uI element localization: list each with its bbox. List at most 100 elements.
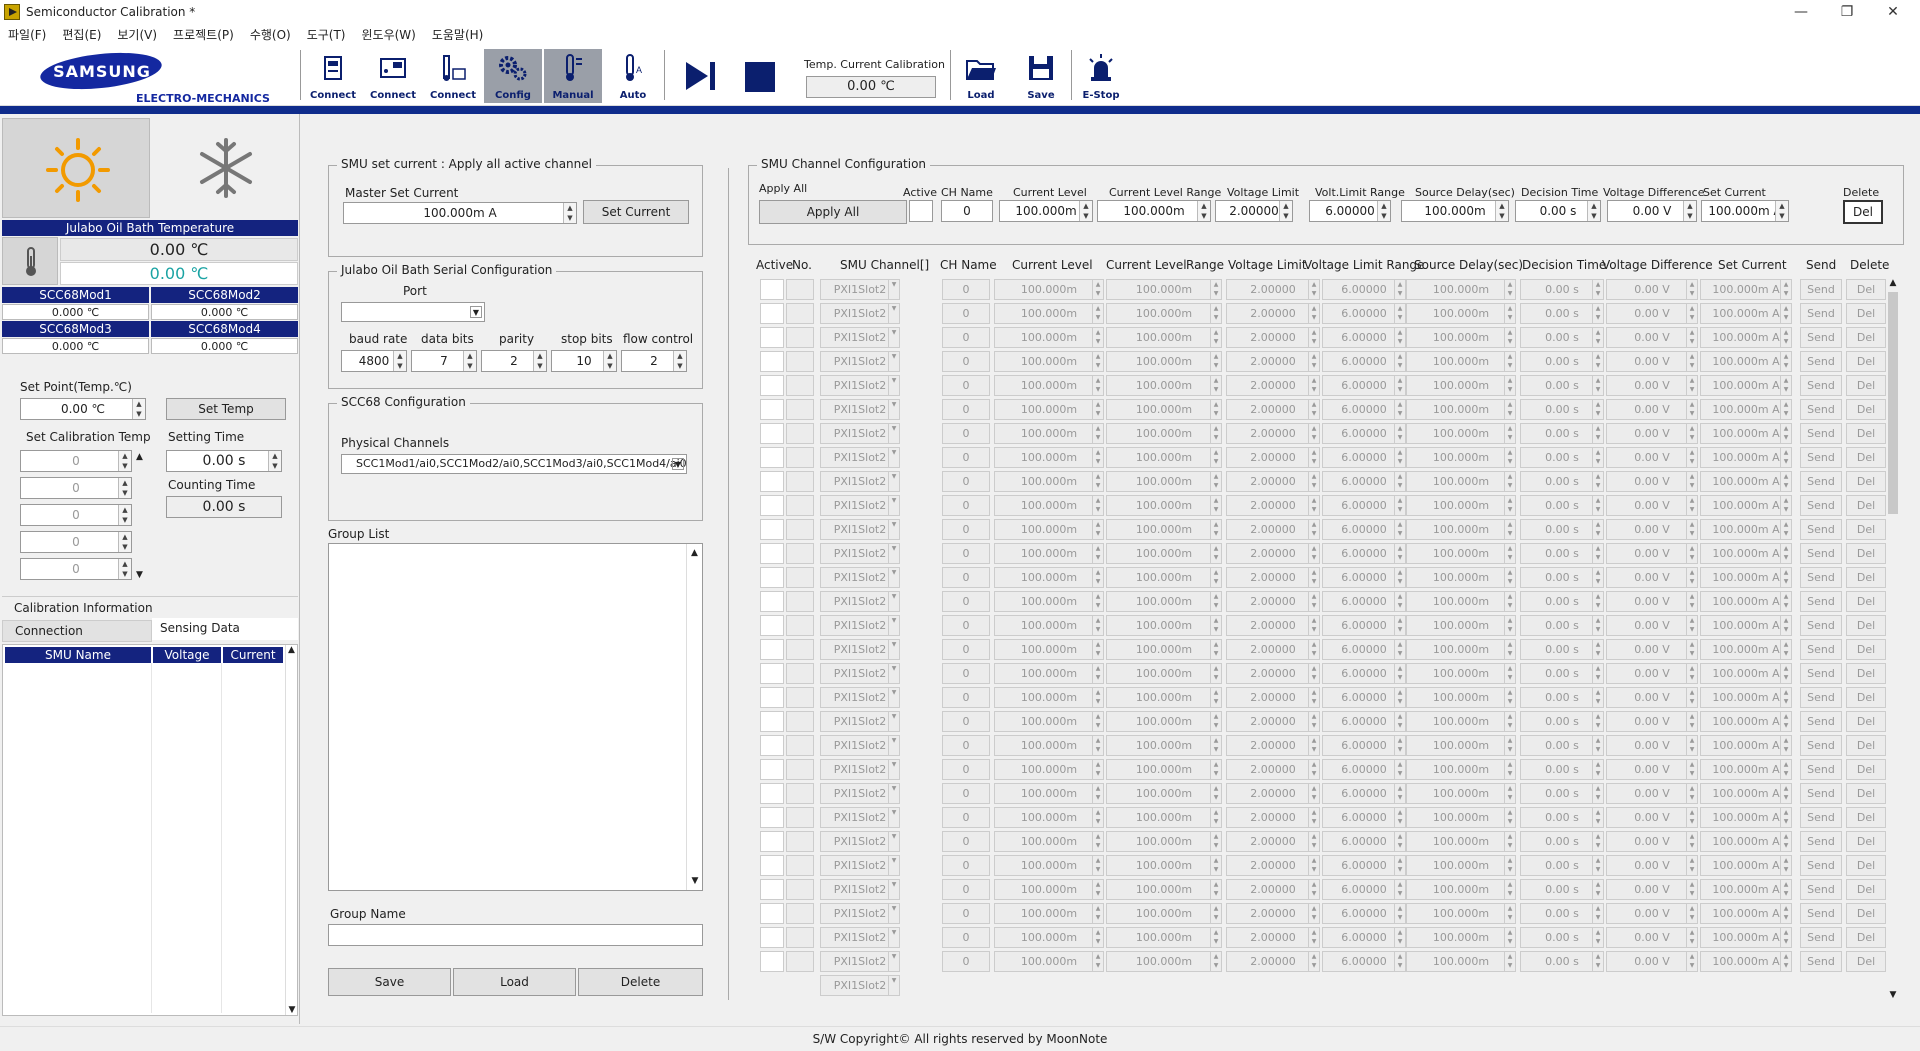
spin-icon[interactable]: ▲ ▼ — [1780, 880, 1791, 899]
row-send-button[interactable]: Send — [1800, 519, 1842, 540]
row-volt-range[interactable]: 6.00000 ▲ ▼ — [1322, 375, 1406, 396]
spin-icon[interactable]: ▲ ▼ — [1092, 616, 1103, 635]
group-save-button[interactable]: Save — [328, 968, 451, 996]
spin-icon[interactable]: ▲ ▼ — [1394, 520, 1405, 539]
spin-icon[interactable]: ▲ ▼ — [1504, 640, 1515, 659]
spin-icon[interactable]: ▲ ▼ — [1686, 592, 1697, 611]
spin-icon[interactable]: ▲ ▼ — [1504, 376, 1515, 395]
row-send-button[interactable]: Send — [1800, 303, 1842, 324]
row-delete-button[interactable]: Del — [1846, 615, 1886, 636]
row-delete-button[interactable]: Del — [1846, 375, 1886, 396]
row-source-delay[interactable]: 100.000m ▲ ▼ — [1406, 327, 1516, 348]
tab-sensing-data[interactable]: Sensing Data — [152, 618, 298, 640]
config-ch-name-input[interactable]: 0 — [941, 200, 993, 222]
spin-icon[interactable]: ▲ ▼ — [1308, 520, 1319, 539]
row-current-range[interactable]: 100.000m ▲ ▼ — [1106, 855, 1222, 876]
chevron-down-icon[interactable]: ▼ — [888, 688, 899, 707]
spin-icon[interactable]: ▲ ▼ — [1092, 640, 1103, 659]
row-decision-time[interactable]: 0.00 s ▲ ▼ — [1520, 831, 1604, 852]
chevron-down-icon[interactable]: ▼ — [888, 808, 899, 827]
row-voltage-diff[interactable]: 0.00 V ▲ ▼ — [1606, 711, 1698, 732]
spin-icon[interactable]: ▲ ▼ — [1686, 472, 1697, 491]
spin-icon[interactable]: ▲ ▼ — [1210, 616, 1221, 635]
row-current-level[interactable]: 100.000m ▲ ▼ — [994, 279, 1104, 300]
spin-icon[interactable]: ▲ ▼ — [1686, 784, 1697, 803]
spin-icon[interactable]: ▲ ▼ — [1780, 760, 1791, 779]
row-current-level[interactable]: 100.000m ▲ ▼ — [994, 831, 1104, 852]
row-set-current[interactable]: 100.000m A ▲ ▼ — [1700, 423, 1792, 444]
row-delete-button[interactable]: Del — [1846, 807, 1886, 828]
row-set-current[interactable]: 100.000m A ▲ ▼ — [1700, 495, 1792, 516]
spin-icon[interactable]: ▲ ▼ — [1592, 448, 1603, 467]
spin-icon[interactable]: ▲ ▼ — [1394, 880, 1405, 899]
scc68-connect-button[interactable]: Connect — [424, 49, 482, 103]
row-current-level[interactable]: 100.000m ▲ ▼ — [994, 327, 1104, 348]
spin-icon[interactable]: ▲ ▼ — [1308, 352, 1319, 371]
chevron-down-icon[interactable]: ▼ — [888, 400, 899, 419]
row-voltage-limit[interactable]: 2.00000 ▲ ▼ — [1226, 927, 1320, 948]
row-delete-button[interactable]: Del — [1846, 351, 1886, 372]
spin-icon[interactable]: ▲ ▼ — [1092, 880, 1103, 899]
spin-icon[interactable]: ▲ ▼ — [1780, 808, 1791, 827]
spin-icon[interactable]: ▲ ▼ — [1780, 472, 1791, 491]
cal-temp-input[interactable]: 0 ▲ ▼ — [20, 450, 132, 472]
row-volt-range[interactable]: 6.00000 ▲ ▼ — [1322, 951, 1406, 972]
menu-edit[interactable]: 편집(E) — [62, 26, 101, 43]
row-set-current[interactable]: 100.000m A ▲ ▼ — [1700, 615, 1792, 636]
row-send-button[interactable]: Send — [1800, 279, 1842, 300]
row-active-checkbox[interactable] — [760, 783, 784, 804]
spin-icon[interactable]: ▲ ▼ — [1210, 856, 1221, 875]
row-volt-range[interactable]: 6.00000 ▲ ▼ — [1322, 687, 1406, 708]
row-current-level[interactable]: 100.000m ▲ ▼ — [994, 927, 1104, 948]
spin-icon[interactable]: ▲ ▼ — [1092, 376, 1103, 395]
chevron-down-icon[interactable]: ▼ — [888, 928, 899, 947]
group-load-button[interactable]: Load — [453, 968, 576, 996]
spin-icon[interactable]: ▲ ▼ — [1780, 328, 1791, 347]
close-button[interactable]: ✕ — [1870, 0, 1916, 24]
chevron-down-icon[interactable]: ▼ — [888, 304, 899, 323]
menu-view[interactable]: 보기(V) — [117, 26, 157, 43]
row-voltage-limit[interactable]: 2.00000 ▲ ▼ — [1226, 735, 1320, 756]
spin-icon[interactable]: ▲ ▼ — [1092, 712, 1103, 731]
row-ch-name[interactable]: 0 — [942, 375, 990, 396]
row-set-current[interactable]: 100.000m A ▲ ▼ — [1700, 783, 1792, 804]
row-current-level[interactable]: 100.000m ▲ ▼ — [994, 543, 1104, 564]
row-delete-button[interactable]: Del — [1846, 687, 1886, 708]
set-current-button[interactable]: Set Current — [583, 200, 689, 224]
row-smu-channel-select[interactable]: PXI1Slot2 ▼ — [820, 687, 900, 708]
spin-icon[interactable]: ▲ ▼ — [1092, 592, 1103, 611]
row-send-button[interactable]: Send — [1800, 399, 1842, 420]
spin-icon[interactable]: ▲ ▼ — [1686, 688, 1697, 707]
spin-icon[interactable]: ▲ ▼ — [1308, 808, 1319, 827]
row-delete-button[interactable]: Del — [1846, 447, 1886, 468]
row-send-button[interactable]: Send — [1800, 783, 1842, 804]
row-active-checkbox[interactable] — [760, 591, 784, 612]
row-voltage-diff[interactable]: 0.00 V ▲ ▼ — [1606, 447, 1698, 468]
chevron-down-icon[interactable]: ▼ — [888, 712, 899, 731]
spin-icon[interactable]: ▲ ▼ — [1686, 664, 1697, 683]
spin-icon[interactable]: ▲ ▼ — [1504, 712, 1515, 731]
spin-icon[interactable]: ▲ ▼ — [1504, 616, 1515, 635]
row-current-level[interactable]: 100.000m ▲ ▼ — [994, 759, 1104, 780]
row-voltage-limit[interactable]: 2.00000 ▲ ▼ — [1226, 279, 1320, 300]
row-set-current[interactable]: 100.000m A ▲ ▼ — [1700, 303, 1792, 324]
spin-icon[interactable]: ▲ ▼ — [1592, 400, 1603, 419]
row-voltage-limit[interactable]: 2.00000 ▲ ▼ — [1226, 663, 1320, 684]
row-source-delay[interactable]: 100.000m ▲ ▼ — [1406, 519, 1516, 540]
spin-icon[interactable]: ▲ ▼ — [1308, 328, 1319, 347]
spin-icon[interactable]: ▲ ▼ — [1092, 304, 1103, 323]
spin-icon[interactable]: ▲ ▼ — [1592, 544, 1603, 563]
row-current-range[interactable]: 100.000m ▲ ▼ — [1106, 639, 1222, 660]
spin-icon[interactable]: ▲ ▼ — [1504, 400, 1515, 419]
menu-window[interactable]: 윈도우(W) — [361, 26, 415, 43]
row-active-checkbox[interactable] — [760, 759, 784, 780]
spin-icon[interactable]: ▲ ▼ — [1210, 376, 1221, 395]
row-set-current[interactable]: 100.000m A ▲ ▼ — [1700, 735, 1792, 756]
row-active-checkbox[interactable] — [760, 471, 784, 492]
spin-icon[interactable]: ▲ ▼ — [1592, 760, 1603, 779]
spin-icon[interactable]: ▲ ▼ — [1504, 808, 1515, 827]
row-current-range[interactable]: 100.000m ▲ ▼ — [1106, 807, 1222, 828]
row-ch-name[interactable]: 0 — [942, 927, 990, 948]
row-volt-range[interactable]: 6.00000 ▲ ▼ — [1322, 591, 1406, 612]
spin-icon[interactable]: ▲ ▼ — [1686, 544, 1697, 563]
